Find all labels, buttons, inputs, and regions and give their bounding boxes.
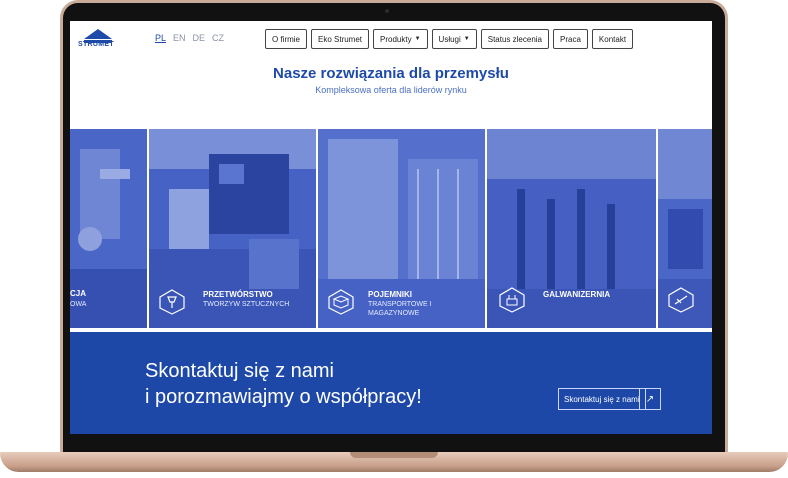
contact-banner: Skontaktuj się z nami i porozmawiajmy o … <box>70 332 712 434</box>
language-switcher: PL EN DE CZ <box>155 33 224 43</box>
category-carousel: CJA OWA PRZETWÓRSTWO TWORZYW SZTUCZNYCH <box>70 129 712 328</box>
camera-icon <box>385 9 389 13</box>
nav-produkty[interactable]: Produkty ▼ <box>373 29 428 49</box>
page-title: Nasze rozwiązania dla przemysłu <box>273 65 509 82</box>
page-subtitle: Kompleksowa oferta dla liderów rynku <box>315 85 467 95</box>
contact-button[interactable]: Skontaktuj się z nami <box>558 388 646 410</box>
laptop-notch <box>350 452 438 458</box>
nav-label: Kontakt <box>598 34 627 44</box>
nav-label: Produkty <box>380 34 412 44</box>
nav-uslugi[interactable]: Usługi ▼ <box>431 29 477 49</box>
nav-label: Praca <box>560 34 581 44</box>
welding-icon <box>668 287 694 313</box>
nav-kontakt[interactable]: Kontakt <box>591 29 634 49</box>
nav-label: Eko Strumet <box>318 34 363 44</box>
container-icon <box>328 289 354 315</box>
tile-subtitle: TWORZYW SZTUCZNYCH <box>203 301 290 308</box>
caret-down-icon: ▼ <box>414 36 421 42</box>
caret-down-icon: ▼ <box>463 36 470 42</box>
nav-label: O firmie <box>272 34 300 44</box>
tile-title: CJA <box>70 289 87 298</box>
logo-text: STRUMET <box>78 41 114 48</box>
tile-plastic-processing[interactable]: PRZETWÓRSTWO TWORZYW SZTUCZNYCH <box>149 129 316 328</box>
lang-en[interactable]: EN <box>173 33 186 43</box>
nav-label: Usługi <box>438 34 461 44</box>
tile-title: PRZETWÓRSTWO <box>203 290 273 299</box>
strumet-logo-icon[interactable] <box>78 27 118 53</box>
tile-subtitle: OWA <box>70 301 87 308</box>
tile-subtitle: TRANSPORTOWE I MAGAZYNOWE <box>368 301 432 317</box>
nav-praca[interactable]: Praca <box>553 29 588 49</box>
tile-partial-right[interactable] <box>658 129 712 328</box>
website-screen: STRUMET PL EN DE CZ O firmie Eko Strumet… <box>70 21 712 434</box>
lang-pl[interactable]: PL <box>155 33 166 43</box>
tile-galvanizing[interactable]: GALWANIZERNIA <box>487 129 656 328</box>
nav-o-firmie[interactable]: O firmie <box>265 29 307 49</box>
lang-de[interactable]: DE <box>193 33 206 43</box>
contact-headline-2: i porozmawiajmy o współpracy! <box>145 386 422 408</box>
arrow-up-right-icon[interactable]: ↗ <box>639 388 661 410</box>
main-nav: O firmie Eko Strumet Produkty ▼ Usługi ▼ S… <box>265 29 634 49</box>
galvanizing-icon <box>499 287 525 313</box>
nav-status-zlecenia[interactable]: Status zlecenia <box>480 29 549 49</box>
tile-partial-left[interactable]: CJA OWA <box>70 129 147 328</box>
lang-cz[interactable]: CZ <box>212 33 224 43</box>
tile-title: POJEMNIKI <box>368 290 413 299</box>
tile-containers[interactable]: POJEMNIKI TRANSPORTOWE I MAGAZYNOWE <box>318 129 485 328</box>
tile-photo <box>70 129 147 328</box>
nav-label: Status zlecenia <box>487 34 542 44</box>
plastic-processing-icon <box>159 289 185 315</box>
contact-headline-1: Skontaktuj się z nami <box>145 360 334 382</box>
nav-eko-strumet[interactable]: Eko Strumet <box>311 29 370 49</box>
tile-title: GALWANIZERNIA <box>543 290 611 299</box>
